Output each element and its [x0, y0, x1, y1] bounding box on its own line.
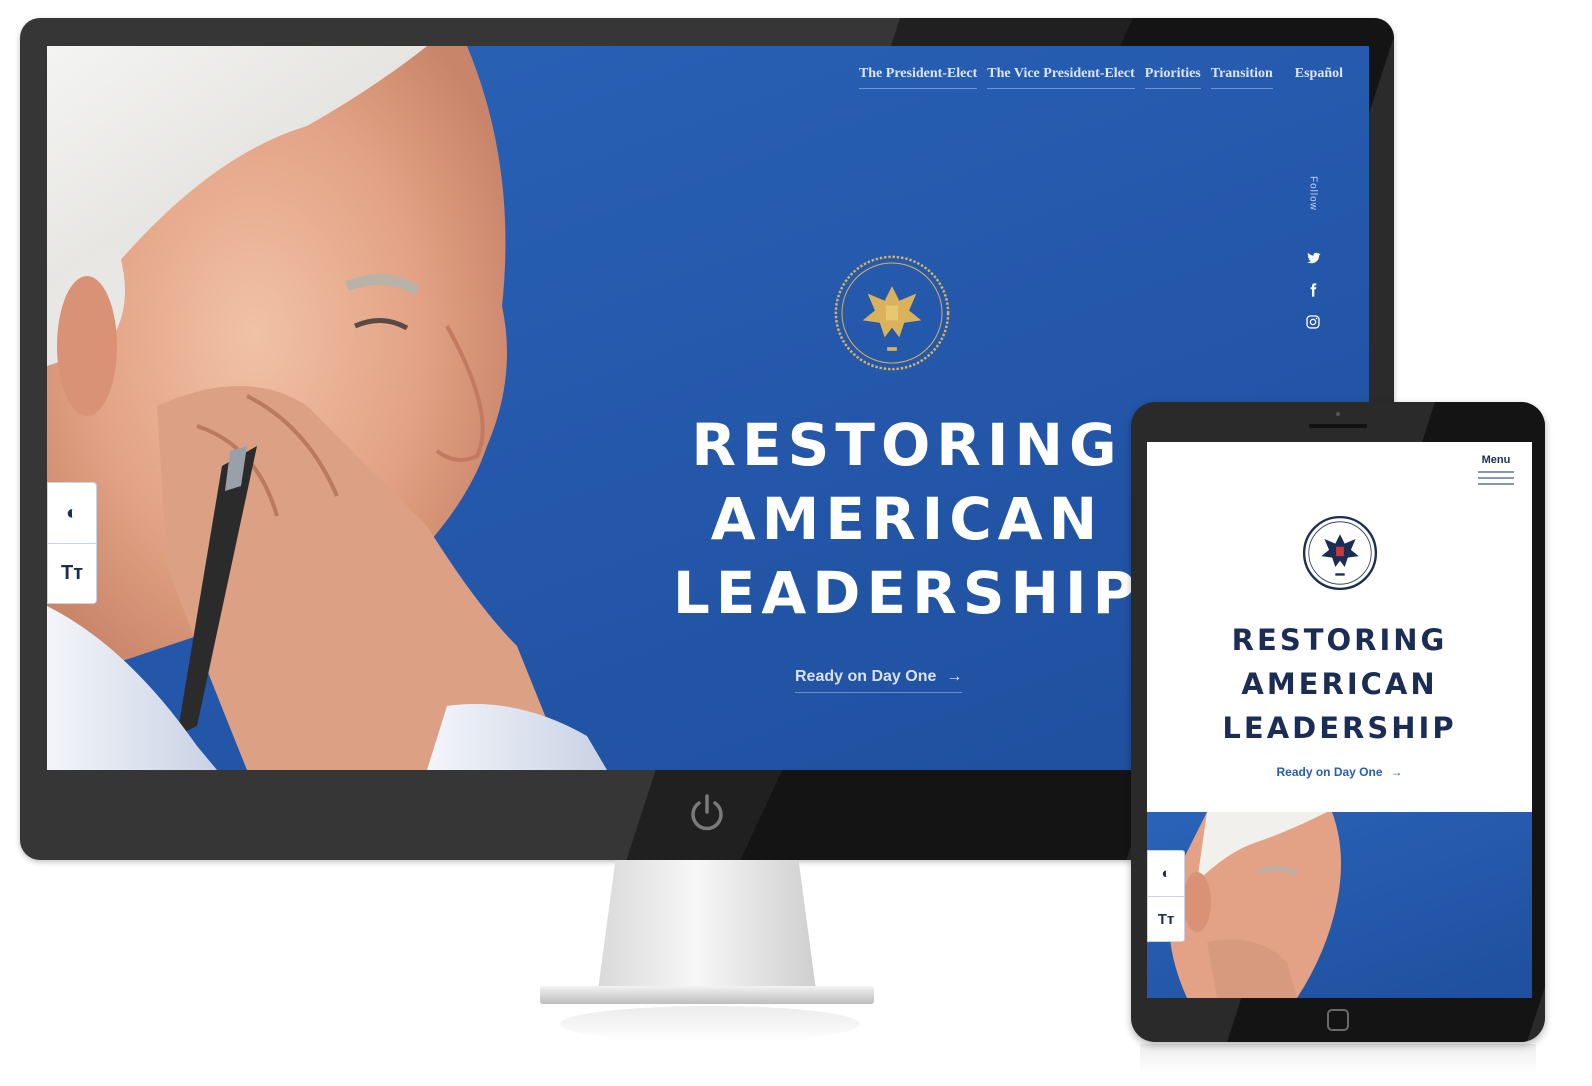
hero-headline-line-2: AMERICAN	[710, 485, 1104, 553]
contrast-icon: ◐	[1161, 865, 1171, 882]
tablet-menu-button[interactable]: Menu	[1478, 454, 1514, 489]
text-size-icon: Tт	[60, 562, 83, 584]
tablet-speaker	[1309, 424, 1367, 428]
presidential-seal-icon	[834, 255, 950, 371]
follow-label: Follow	[1307, 176, 1319, 211]
instagram-icon[interactable]	[1304, 314, 1322, 330]
tablet-ready-on-day-one-link[interactable]: Ready on Day One →	[1147, 765, 1532, 779]
hamburger-icon	[1478, 471, 1514, 473]
nav-link-priorities[interactable]: Priorities	[1144, 66, 1201, 89]
hero-headline: RESTORING AMERICAN LEADERSHIP	[607, 408, 1207, 630]
arrow-right-icon: →	[1390, 765, 1403, 779]
hero-portrait-photo	[47, 46, 607, 770]
monitor-stand-shadow	[560, 1006, 860, 1042]
monitor-power-button	[684, 790, 730, 836]
presidential-seal-icon	[1302, 515, 1378, 591]
top-navigation: The President-Elect The Vice President-E…	[858, 66, 1343, 89]
tablet-headline-line-2: AMERICAN	[1241, 667, 1438, 701]
hero-headline-line-1: RESTORING	[691, 411, 1123, 479]
nav-link-transition[interactable]: Transition	[1210, 66, 1273, 89]
hamburger-line	[1478, 483, 1514, 485]
ready-on-day-one-link[interactable]: Ready on Day One →	[795, 668, 963, 693]
menu-label: Menu	[1481, 454, 1511, 466]
tablet-home-button	[1327, 1009, 1349, 1031]
tablet-text-size-button[interactable]: Tт	[1148, 896, 1184, 941]
language-toggle-link[interactable]: Español	[1295, 66, 1343, 89]
social-follow-rail: Follow	[1303, 176, 1323, 346]
tablet-hero-headline: RESTORING AMERICAN LEADERSHIP	[1147, 618, 1532, 750]
arrow-right-icon: →	[946, 668, 963, 685]
contrast-toggle-button[interactable]: ◐	[48, 483, 96, 543]
power-icon	[691, 794, 723, 831]
ready-on-day-one-label: Ready on Day One	[795, 668, 937, 685]
tablet-device: Menu RESTORING AMERICAN LEADERSHIP Ready…	[1131, 402, 1545, 1042]
tablet-shadow	[1140, 1044, 1536, 1074]
monitor-stand-base	[540, 986, 874, 1004]
twitter-icon[interactable]	[1304, 250, 1322, 266]
hamburger-line	[1478, 477, 1514, 479]
text-size-button[interactable]: Tт	[48, 543, 96, 603]
nav-link-vice-president-elect[interactable]: The Vice President-Elect	[987, 66, 1135, 89]
tablet-screen: Menu RESTORING AMERICAN LEADERSHIP Ready…	[1147, 442, 1532, 998]
tablet-portrait-photo	[1169, 812, 1341, 998]
tablet-accessibility-toolbar: ◐ Tт	[1147, 850, 1185, 942]
accessibility-toolbar: ◐ Tт	[47, 482, 97, 604]
tablet-headline-line-1: RESTORING	[1231, 623, 1448, 657]
tablet-headline-line-3: LEADERSHIP	[1222, 711, 1457, 745]
tablet-contrast-toggle-button[interactable]: ◐	[1148, 851, 1184, 896]
contrast-icon: ◐	[65, 501, 79, 524]
monitor-stand-neck	[598, 860, 816, 990]
tablet-ready-on-day-one-label: Ready on Day One	[1276, 765, 1383, 779]
tablet-hero-image: ◐ Tт	[1147, 812, 1532, 998]
facebook-icon[interactable]	[1304, 282, 1322, 298]
nav-link-president-elect[interactable]: The President-Elect	[858, 66, 978, 89]
hero-headline-line-3: LEADERSHIP	[672, 559, 1142, 627]
tablet-camera	[1336, 412, 1340, 416]
text-size-icon: Tт	[1157, 910, 1175, 928]
